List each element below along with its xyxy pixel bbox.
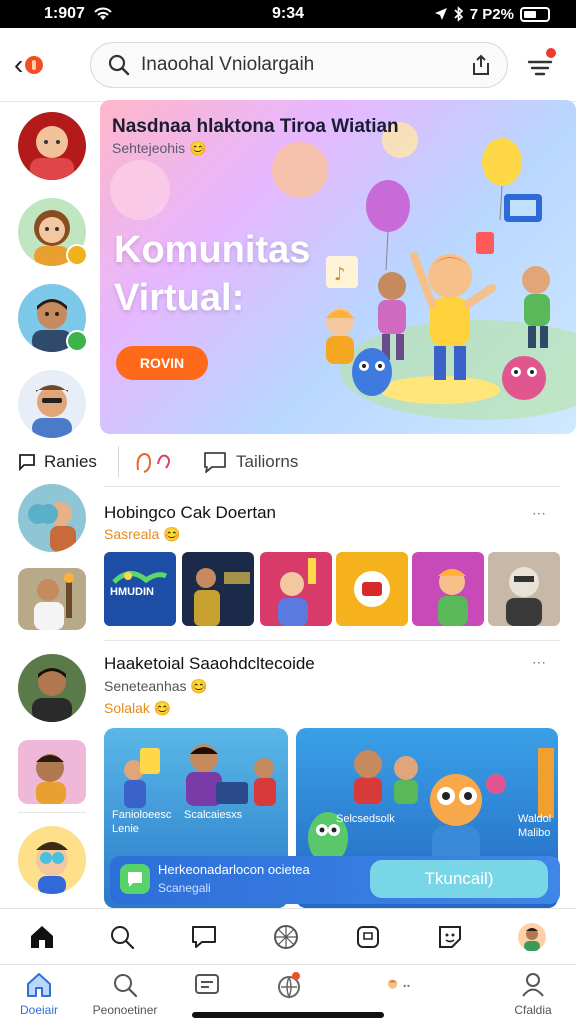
story-avatar-4[interactable] [18, 370, 86, 438]
filter-button[interactable] [526, 48, 556, 82]
nav-profile[interactable]: Cfaldia [488, 971, 576, 1017]
nav-people[interactable] [356, 971, 446, 999]
chevron-left-icon: ‹ [14, 49, 24, 80]
tab-reactions[interactable] [134, 446, 174, 478]
post-1-tag: Sasreala 😊 [104, 526, 181, 542]
post-2-meta: Seneteanhas 😊 [104, 678, 208, 694]
promo-subtitle: Scanegali [158, 881, 211, 895]
nav-home[interactable]: Doeiair [0, 971, 84, 1017]
search-icon [108, 54, 130, 76]
post-1-avatar[interactable] [18, 484, 86, 552]
smile-emoji-icon: 😊 [189, 140, 207, 156]
post-2-tag: Solalak 😊 [104, 700, 172, 716]
nav-board[interactable] [162, 971, 252, 999]
profile-avatar-icon[interactable] [518, 923, 546, 951]
post-1-author[interactable]: Hobingco Cak Doertan [104, 503, 276, 523]
search-icon[interactable] [108, 923, 136, 951]
sticker-icon[interactable] [436, 923, 464, 951]
chat-bubble-icon [204, 452, 226, 473]
tab-label: Ranies [44, 452, 97, 471]
person-icon [522, 973, 544, 997]
battery-icon [520, 6, 550, 22]
frame-icon[interactable] [354, 923, 382, 951]
status-center-time: 9:34 [271, 5, 305, 22]
banner-cta-button[interactable]: ROVIN [116, 346, 208, 380]
search-bar[interactable] [90, 42, 508, 88]
card-1-caption-a: Fanioloeesc [112, 809, 172, 821]
aperture-icon[interactable] [272, 923, 300, 951]
share-icon[interactable] [469, 53, 493, 77]
post-2-author[interactable]: Haaketoial Saaohdcltecoide [104, 654, 315, 674]
app-screen: 1:907 9:34 7 P2% ‹ Inaoohal Vniolargaih … [0, 0, 576, 1024]
home-indicator [192, 1012, 384, 1018]
content-tabs: Ranies Tailiorns [0, 438, 576, 486]
status-bar: 1:907 9:34 7 P2% [0, 0, 576, 28]
hero-banner[interactable]: ♪ Nasdnaa hlaktona Tiroa Wiatian Sehteje… [100, 100, 576, 434]
card-1-caption-b: Scalcaiesxs [184, 809, 243, 821]
thumbnail-6[interactable] [488, 552, 560, 626]
post-2-more-button[interactable]: ⋯ [532, 654, 548, 671]
post-1-more-button[interactable]: ⋯ [532, 505, 548, 522]
search-input[interactable] [141, 54, 469, 76]
wifi-icon [94, 7, 112, 20]
post-1-photo[interactable] [18, 568, 86, 630]
thumbnail-1[interactable]: HMUDIN [104, 552, 176, 626]
home-icon [27, 973, 51, 997]
back-button[interactable]: ‹ [14, 50, 54, 80]
home-filled-icon[interactable] [28, 923, 56, 951]
thumbnail-4[interactable] [336, 552, 408, 626]
card-2-caption-b: Waldol [518, 813, 552, 825]
thumbnail-5[interactable] [412, 552, 484, 626]
notification-dot-icon [25, 56, 44, 74]
tabs-divider [104, 486, 560, 487]
story-badge-1 [66, 244, 88, 266]
comment-icon [19, 454, 35, 471]
card-2-caption-c: Malibo [518, 827, 551, 839]
globe-badge-icon [278, 972, 300, 999]
card-1-caption-c: Lenie [112, 823, 139, 835]
post-divider [104, 640, 560, 641]
nav-search[interactable]: Peonoetiner [80, 971, 170, 1017]
action-toolbar [0, 908, 576, 964]
battery-text: 7 P2% [469, 5, 514, 23]
thumbnail-2[interactable] [182, 552, 254, 626]
bluetooth-icon [454, 6, 463, 22]
post-2-photo[interactable] [18, 740, 86, 804]
filter-badge [546, 48, 556, 58]
nav-search-label: Peonoetiner [92, 1003, 158, 1017]
rail-divider [18, 812, 86, 813]
smile-emoji-icon: 😊 [153, 700, 172, 716]
search-icon [114, 974, 138, 998]
thumbnail-3[interactable] [260, 552, 332, 626]
promo-banner[interactable]: Herkeonadarlocon ocietea Scanegali Tkunc… [110, 856, 560, 904]
smile-emoji-icon: 😊 [163, 526, 181, 542]
banner-headline: Komunitas Virtual: [114, 229, 311, 319]
post-2-avatar[interactable] [18, 654, 86, 722]
post-2-avatar-secondary[interactable] [18, 826, 86, 894]
thumbnail-caption: HMUDIN [110, 586, 154, 598]
smile-emoji-icon: 😊 [190, 678, 208, 694]
tab-label: Tailiorns [236, 452, 299, 471]
tab-tailiorns[interactable]: Tailiorns [202, 446, 298, 478]
message-board-icon [195, 974, 219, 994]
story-avatar-1[interactable] [18, 112, 86, 180]
card-2-caption-a: Selcsedsolk [336, 813, 395, 825]
chat-app-icon [120, 864, 150, 894]
nav-globe[interactable] [244, 971, 334, 999]
nav-home-label: Doeiair [19, 1003, 58, 1017]
top-app-bar: ‹ [0, 28, 576, 102]
location-icon [434, 8, 447, 20]
promo-title: Herkeonadarlocon ocietea [158, 862, 310, 877]
nav-profile-label: Cfaldia [514, 1003, 552, 1017]
status-time: 1:907 [44, 5, 85, 22]
banner-subtitle: Sehtejeohis 😊 [112, 140, 207, 156]
profile-dots-icon [387, 979, 410, 989]
story-badge-2 [66, 330, 88, 352]
tab-separator [118, 446, 119, 478]
promo-action-button[interactable]: Tkuncail) [370, 860, 548, 898]
hands-icon [136, 452, 170, 473]
tab-ranies[interactable]: Ranies [18, 446, 97, 478]
banner-title: Nasdnaa hlaktona Tiroa Wiatian [112, 116, 399, 137]
chat-icon[interactable] [190, 923, 218, 951]
